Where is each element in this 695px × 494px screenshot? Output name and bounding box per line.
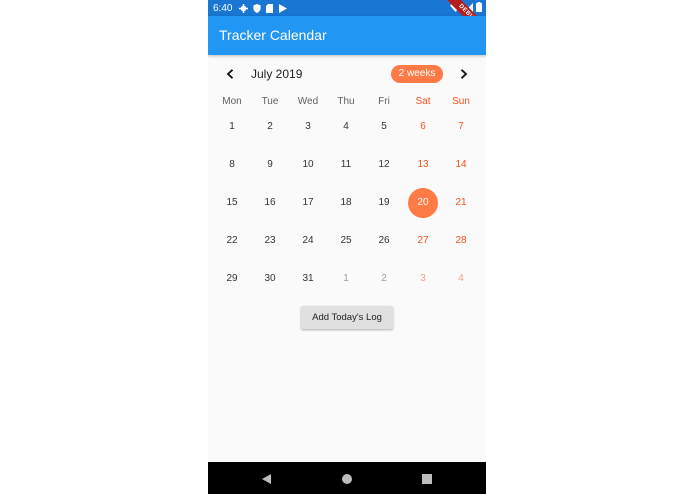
gear-icon — [238, 3, 249, 14]
day-cell[interactable]: 21 — [442, 193, 480, 213]
app-bar: Tracker Calendar — [208, 16, 486, 55]
previous-month-button[interactable] — [220, 64, 240, 84]
day-cell[interactable]: 4 — [327, 117, 365, 137]
day-cell[interactable]: 27 — [404, 231, 442, 251]
battery-icon — [476, 2, 482, 15]
sd-card-icon — [264, 3, 275, 14]
day-cell[interactable]: 28 — [442, 231, 480, 251]
selected-day-cell[interactable]: 20 — [404, 193, 442, 213]
chevron-right-icon — [460, 69, 468, 79]
weekday-label: Tue — [261, 96, 279, 107]
day-cell[interactable]: 16 — [251, 193, 289, 213]
day-cell[interactable]: 14 — [442, 155, 480, 175]
android-nav-bar — [208, 462, 486, 494]
day-cell[interactable]: 18 — [327, 193, 365, 213]
day-cell[interactable]: 22 — [213, 231, 251, 251]
weekday-label: Mon — [222, 96, 242, 107]
calendar-header: July 2019 2 weeks — [208, 62, 486, 86]
day-cell[interactable]: 5 — [365, 117, 403, 137]
phone-screen: 6:40 DEBUG Tracker Calendar July 2019 2 … — [208, 0, 486, 494]
day-cell[interactable]: 13 — [404, 155, 442, 175]
day-cell[interactable]: 3 — [289, 117, 327, 137]
day-cell[interactable]: 6 — [404, 117, 442, 137]
play-icon — [277, 3, 288, 14]
add-todays-log-button[interactable]: Add Today's Log — [301, 306, 393, 329]
recents-icon[interactable] — [421, 472, 433, 484]
weekday-label: Sun — [452, 96, 470, 107]
day-cell[interactable]: 12 — [365, 155, 403, 175]
outside-day-cell[interactable]: 1 — [327, 269, 365, 289]
day-cell[interactable]: 19 — [365, 193, 403, 213]
day-cell[interactable]: 30 — [251, 269, 289, 289]
day-cell[interactable]: 2 — [251, 117, 289, 137]
calendar-format-button[interactable]: 2 weeks — [391, 65, 443, 83]
day-cell[interactable]: 23 — [251, 231, 289, 251]
day-cell[interactable]: 31 — [289, 269, 327, 289]
day-cell[interactable]: 9 — [251, 155, 289, 175]
day-cell[interactable]: 17 — [289, 193, 327, 213]
home-icon[interactable] — [341, 472, 353, 484]
outside-day-cell[interactable]: 2 — [365, 269, 403, 289]
day-cell[interactable]: 29 — [213, 269, 251, 289]
weekday-label: Thu — [337, 96, 355, 107]
day-cell[interactable]: 26 — [365, 231, 403, 251]
day-cell[interactable]: 25 — [327, 231, 365, 251]
day-cell[interactable]: 11 — [327, 155, 365, 175]
day-cell[interactable]: 1 — [213, 117, 251, 137]
outside-day-cell[interactable]: 3 — [404, 269, 442, 289]
day-cell[interactable]: 15 — [213, 193, 251, 213]
app-title: Tracker Calendar — [219, 27, 327, 43]
weekday-label: Sat — [415, 96, 431, 107]
shield-icon — [251, 3, 262, 14]
status-bar: 6:40 — [208, 0, 486, 16]
weekday-label: Wed — [297, 96, 319, 107]
day-cell[interactable]: 10 — [289, 155, 327, 175]
back-icon[interactable] — [261, 472, 273, 484]
status-time: 6:40 — [213, 2, 233, 14]
next-month-button[interactable] — [454, 64, 474, 84]
day-cell[interactable]: 24 — [289, 231, 327, 251]
chevron-left-icon — [226, 69, 234, 79]
day-cell[interactable]: 8 — [213, 155, 251, 175]
weekday-label: Fri — [378, 96, 390, 107]
day-cell[interactable]: 7 — [442, 117, 480, 137]
month-label: July 2019 — [251, 67, 303, 81]
outside-day-cell[interactable]: 4 — [442, 269, 480, 289]
